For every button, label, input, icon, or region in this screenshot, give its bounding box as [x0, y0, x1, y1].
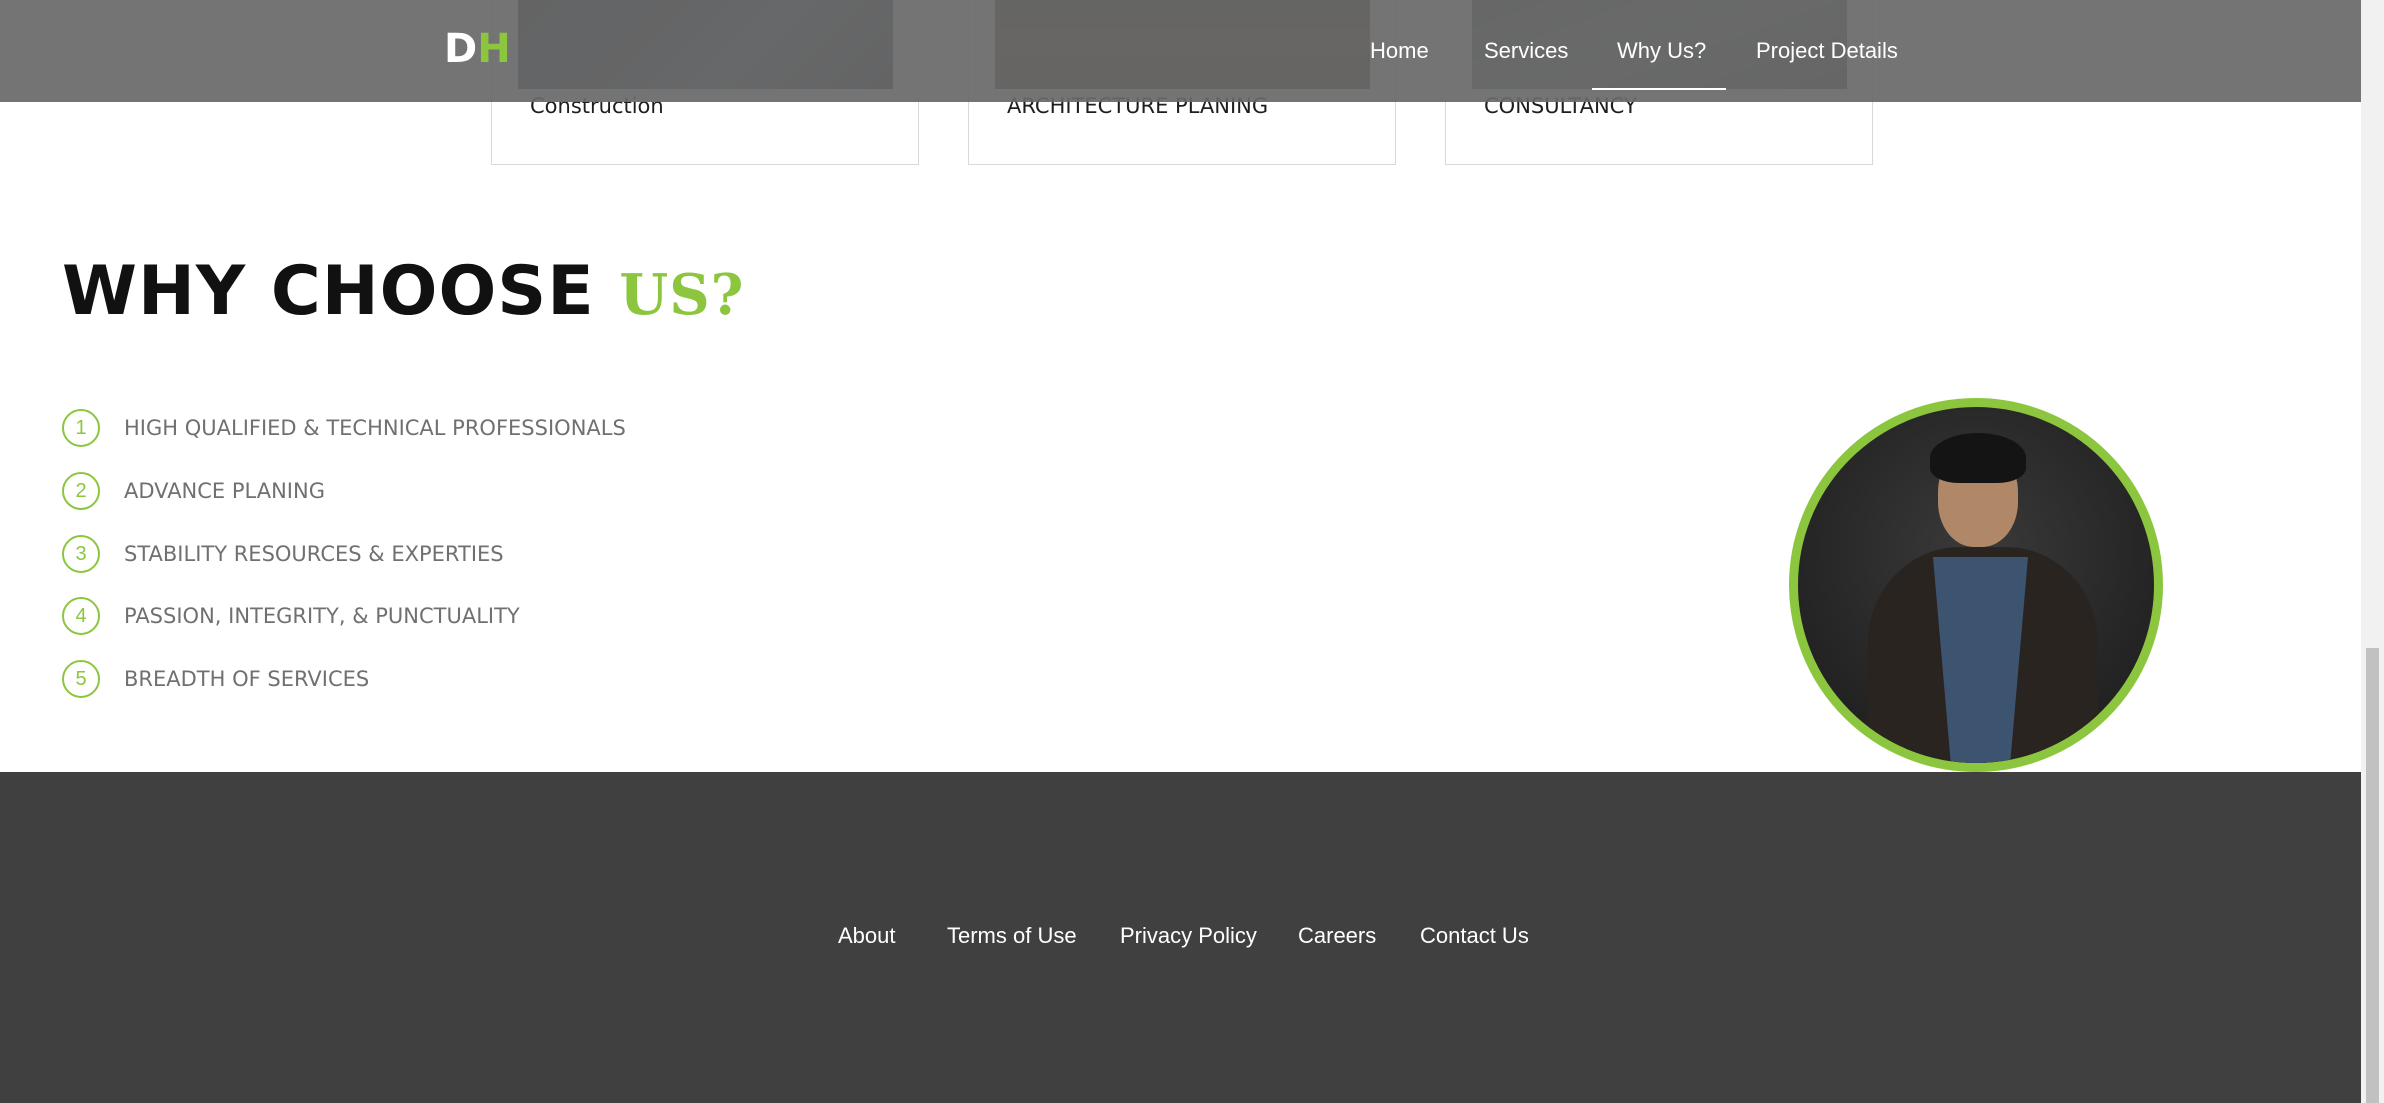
reason-text: BREADTH OF SERVICES: [124, 667, 370, 691]
reason-text: ADVANCE PLANING: [124, 479, 325, 503]
team-member-avatar: [1789, 398, 2163, 772]
reason-item: 4 PASSION, INTEGRITY, & PUNCTUALITY: [62, 597, 520, 635]
page-scrollbar[interactable]: [2361, 0, 2384, 1103]
reason-number-badge: 4: [62, 597, 100, 635]
footer-link-privacy[interactable]: Privacy Policy: [1120, 923, 1257, 949]
reason-number-badge: 2: [62, 472, 100, 510]
reason-text: STABILITY RESOURCES & EXPERTIES: [124, 542, 504, 566]
reason-item: 2 ADVANCE PLANING: [62, 472, 325, 510]
title-accent: US?: [619, 262, 745, 328]
nav-project-details[interactable]: Project Details: [1756, 38, 1898, 64]
reason-number-badge: 1: [62, 409, 100, 447]
nav-services[interactable]: Services: [1484, 38, 1568, 64]
site-logo[interactable]: DH: [444, 26, 511, 72]
reason-item: 5 BREADTH OF SERVICES: [62, 660, 369, 698]
reason-item: 1 HIGH QUALIFIED & TECHNICAL PROFESSIONA…: [62, 409, 626, 447]
footer-link-careers[interactable]: Careers: [1298, 923, 1376, 949]
site-footer: About Terms of Use Privacy Policy Career…: [0, 772, 2361, 1103]
reason-item: 3 STABILITY RESOURCES & EXPERTIES: [62, 535, 504, 573]
site-header: DH Home Services Why Us? Project Details: [0, 0, 2361, 102]
title-main: WHY CHOOSE: [62, 252, 595, 331]
nav-home[interactable]: Home: [1370, 38, 1429, 64]
scrollbar-thumb[interactable]: [2366, 648, 2379, 1103]
why-choose-us-title: WHY CHOOSE US?: [62, 252, 744, 331]
active-nav-underline: [1592, 88, 1726, 90]
logo-letter-d: D: [444, 26, 478, 72]
footer-link-about[interactable]: About: [838, 923, 896, 949]
footer-link-terms[interactable]: Terms of Use: [947, 923, 1077, 949]
reason-number-badge: 3: [62, 535, 100, 573]
reason-text: PASSION, INTEGRITY, & PUNCTUALITY: [124, 604, 520, 628]
reason-text: HIGH QUALIFIED & TECHNICAL PROFESSIONALS: [124, 416, 626, 440]
footer-link-contact[interactable]: Contact Us: [1420, 923, 1529, 949]
reason-number-badge: 5: [62, 660, 100, 698]
avatar-hair: [1930, 433, 2026, 483]
logo-letter-h: H: [477, 26, 511, 72]
nav-why-us[interactable]: Why Us?: [1617, 38, 1706, 64]
